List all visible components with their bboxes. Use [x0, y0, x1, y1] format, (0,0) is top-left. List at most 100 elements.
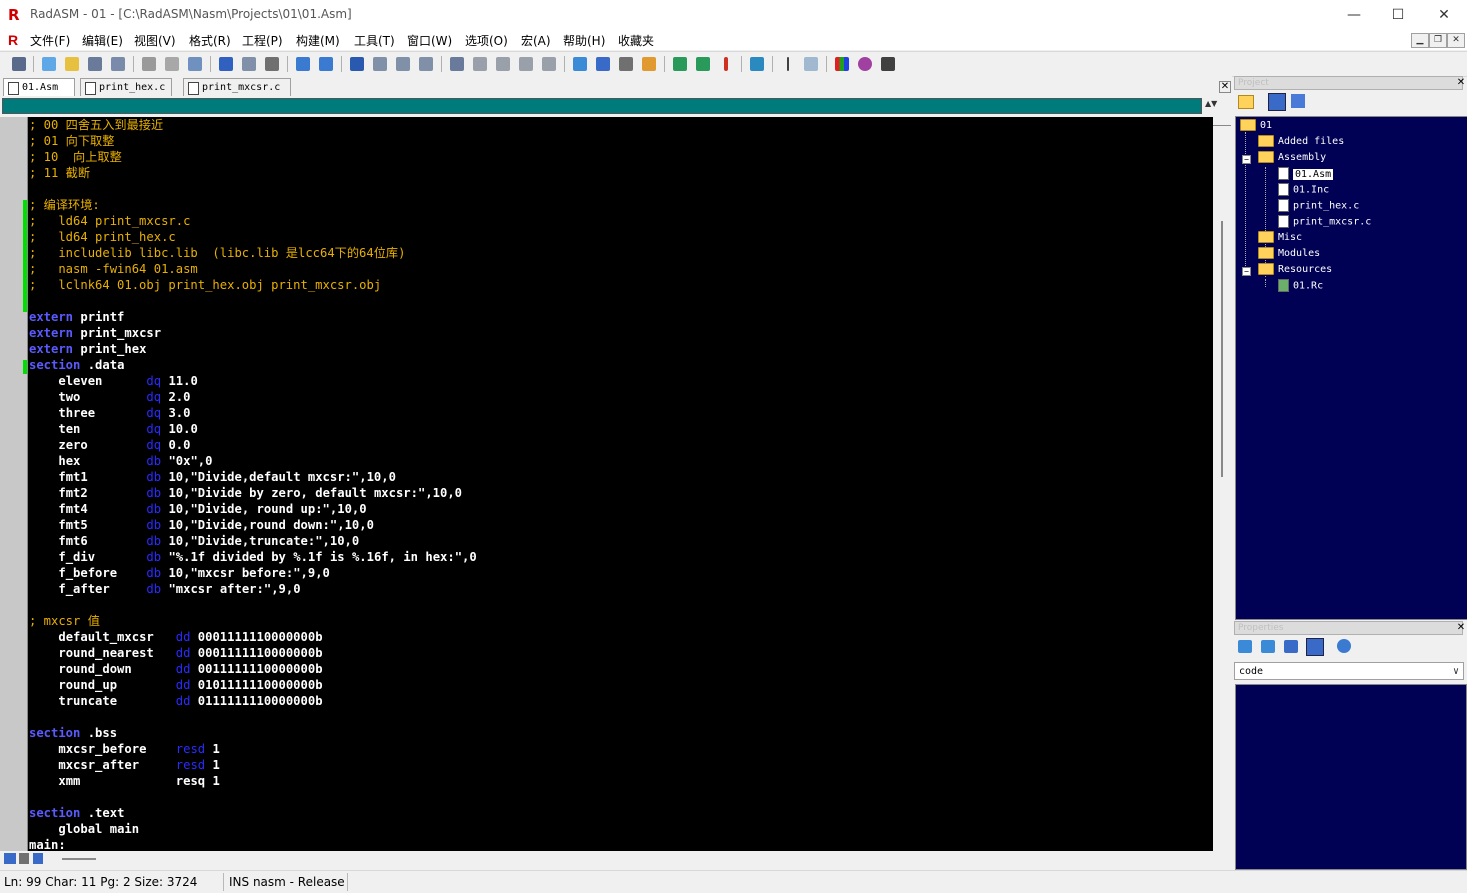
- menu-project[interactable]: 工程(P): [242, 32, 283, 49]
- tab-01-asm[interactable]: 01.Asm: [3, 78, 75, 96]
- mdi-doc-icon[interactable]: R: [8, 32, 18, 48]
- tree-node-misc[interactable]: Misc: [1258, 231, 1302, 245]
- menu-build[interactable]: 构建(M): [296, 32, 340, 49]
- open-project-icon[interactable]: [1238, 95, 1254, 109]
- assemble-icon[interactable]: [671, 55, 689, 73]
- save-all-icon[interactable]: [109, 55, 127, 73]
- editor-close-icon[interactable]: ✕: [1219, 81, 1231, 93]
- collapse-resources-icon[interactable]: −: [1242, 267, 1251, 276]
- menu-macro[interactable]: 宏(A): [521, 32, 551, 49]
- expand-icon[interactable]: [33, 853, 43, 864]
- code-line: ; 01 向下取整: [29, 134, 115, 148]
- tab-print-mxcsr[interactable]: print_mxcsr.c: [183, 78, 291, 96]
- tree-node-print-mxcsr[interactable]: print_mxcsr.c: [1278, 215, 1371, 229]
- properties-dropdown[interactable]: code ∨: [1234, 662, 1464, 680]
- prop-view-2-icon[interactable]: [1261, 640, 1275, 653]
- palette-icon[interactable]: [856, 55, 874, 73]
- mdi-restore-button[interactable]: ❐: [1429, 33, 1447, 48]
- menu-favorites[interactable]: 收藏夹: [618, 32, 654, 49]
- uncomment-icon[interactable]: [540, 55, 558, 73]
- delete-icon[interactable]: [263, 55, 281, 73]
- notepad-icon[interactable]: [802, 55, 820, 73]
- code-editor[interactable]: ; 00 四舍五入到最接近 ; 01 向下取整 ; 10 向上取整 ; 11 截断 ; …: [0, 117, 1213, 851]
- tree-node-assembly[interactable]: Assembly: [1258, 151, 1326, 165]
- tree-node-modules[interactable]: Modules: [1258, 247, 1320, 261]
- menu-view[interactable]: 视图(V): [134, 32, 176, 49]
- collapse-assembly-icon[interactable]: −: [1242, 155, 1251, 164]
- comment-icon[interactable]: [517, 55, 535, 73]
- tree-node-01-rc[interactable]: 01.Rc: [1278, 279, 1323, 293]
- next-bookmark-icon[interactable]: [371, 55, 389, 73]
- split-view-icon[interactable]: [4, 853, 16, 864]
- tree-node-root[interactable]: 01: [1240, 119, 1272, 133]
- cut-icon[interactable]: [140, 55, 158, 73]
- properties-panel-close-icon[interactable]: ✕: [1456, 623, 1466, 633]
- project-window-icon[interactable]: [594, 55, 612, 73]
- c-file-icon: [1278, 199, 1289, 212]
- file-view-icon[interactable]: [1268, 93, 1286, 111]
- code-line: section .text: [29, 806, 125, 820]
- undo-icon[interactable]: [217, 55, 235, 73]
- tab-print-hex[interactable]: print_hex.c: [80, 78, 172, 96]
- refresh-icon[interactable]: [1337, 639, 1351, 653]
- menu-options[interactable]: 选项(O): [465, 32, 508, 49]
- menu-edit[interactable]: 编辑(E): [82, 32, 123, 49]
- text-cursor-icon[interactable]: [779, 55, 797, 73]
- code-line: zero dq 0.0: [58, 438, 191, 452]
- menu-tools[interactable]: 工具(T): [354, 32, 395, 49]
- rc-file-icon: [1278, 279, 1289, 292]
- line-numbers-icon[interactable]: [19, 853, 29, 864]
- copy-icon[interactable]: [163, 55, 181, 73]
- go-icon[interactable]: [717, 55, 735, 73]
- tree-node-print-hex[interactable]: print_hex.c: [1278, 199, 1359, 213]
- outdent-icon[interactable]: [494, 55, 512, 73]
- prop-view-1-icon[interactable]: [1238, 640, 1252, 653]
- run-icon[interactable]: [748, 55, 766, 73]
- menu-help[interactable]: 帮助(H): [563, 32, 605, 49]
- project-view-icon[interactable]: [1291, 94, 1305, 108]
- close-button[interactable]: ✕: [1421, 0, 1467, 30]
- scrollbar-thumb[interactable]: [1221, 221, 1223, 477]
- editor-horizontal-scrollbar[interactable]: [0, 851, 1231, 868]
- options-icon[interactable]: [640, 55, 658, 73]
- tree-node-added-files[interactable]: Added files: [1258, 135, 1344, 149]
- redo-icon[interactable]: [240, 55, 258, 73]
- color-picker-icon[interactable]: [833, 55, 851, 73]
- print-icon[interactable]: [10, 55, 28, 73]
- tree-node-resources[interactable]: Resources: [1258, 263, 1332, 277]
- open-file-icon[interactable]: [63, 55, 81, 73]
- toggle-bookmark-icon[interactable]: [348, 55, 366, 73]
- maximize-button[interactable]: ☐: [1375, 0, 1421, 30]
- new-file-icon[interactable]: [40, 55, 58, 73]
- block-icon[interactable]: [448, 55, 466, 73]
- prop-view-4-icon[interactable]: [1306, 638, 1324, 656]
- properties-selected-value: code: [1239, 666, 1264, 677]
- tree-node-01-inc[interactable]: 01.Inc: [1278, 183, 1329, 197]
- zoom-icon[interactable]: [879, 55, 897, 73]
- scroll-arrows-icon[interactable]: ▲▼: [1205, 99, 1217, 108]
- paste-icon[interactable]: [186, 55, 204, 73]
- properties-list[interactable]: [1235, 684, 1467, 870]
- menu-file[interactable]: 文件(F): [30, 32, 70, 49]
- tree-node-01-asm[interactable]: 01.Asm: [1278, 167, 1334, 181]
- mdi-close-button[interactable]: ✕: [1447, 33, 1465, 48]
- mdi-minimize-button[interactable]: ▁: [1411, 33, 1429, 48]
- scroll-thumb[interactable]: [62, 858, 96, 860]
- menu-window[interactable]: 窗口(W): [407, 32, 452, 49]
- tools-icon[interactable]: [617, 55, 635, 73]
- save-icon[interactable]: [86, 55, 104, 73]
- indent-icon[interactable]: [471, 55, 489, 73]
- minimize-button[interactable]: —: [1331, 0, 1377, 30]
- editor-vertical-scrollbar[interactable]: [1213, 117, 1231, 851]
- output-window-icon[interactable]: [571, 55, 589, 73]
- clear-bookmarks-icon[interactable]: [417, 55, 435, 73]
- tab-label: print_mxcsr.c: [202, 82, 281, 93]
- build-icon[interactable]: [694, 55, 712, 73]
- find-icon[interactable]: [294, 55, 312, 73]
- replace-icon[interactable]: [317, 55, 335, 73]
- prev-bookmark-icon[interactable]: [394, 55, 412, 73]
- project-panel-close-icon[interactable]: ✕: [1456, 78, 1466, 88]
- menu-format[interactable]: 格式(R): [189, 32, 231, 49]
- prop-view-3-icon[interactable]: [1284, 640, 1298, 653]
